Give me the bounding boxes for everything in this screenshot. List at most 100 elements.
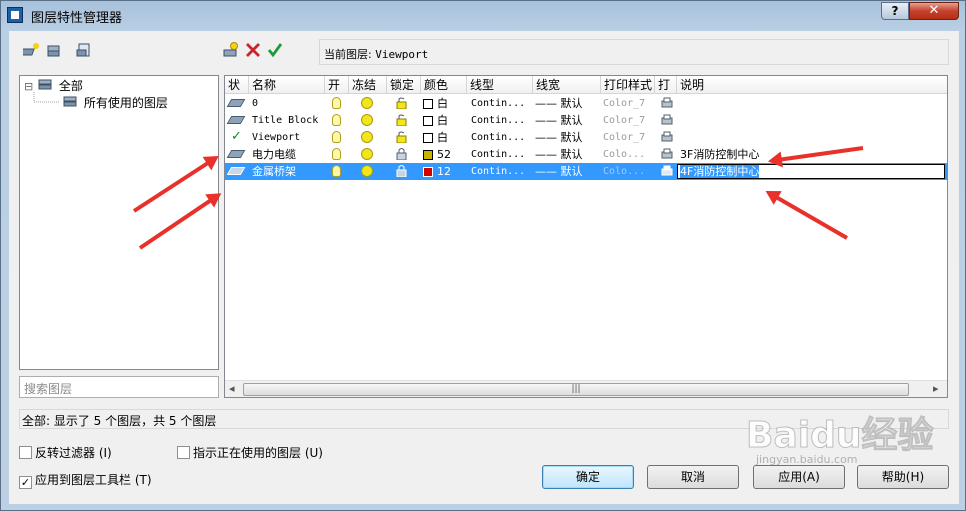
unlock-icon[interactable] (396, 97, 407, 109)
new-group-filter-icon[interactable] (45, 41, 63, 59)
color-name: 白 (437, 114, 448, 127)
title-bar[interactable]: 图层特性管理器 ? ✕ (1, 1, 965, 31)
set-current-icon[interactable] (266, 41, 284, 59)
col-description[interactable]: 说明 (677, 76, 947, 94)
layer-row-0[interactable]: 0 白 Contin... —— 默认 Color_7 (225, 95, 947, 112)
color-name: 52 (437, 148, 451, 161)
col-freeze[interactable]: 冻结 (349, 76, 387, 94)
lock-icon[interactable] (396, 148, 407, 160)
sun-thaw-icon[interactable] (361, 148, 373, 160)
help-button[interactable]: 帮助(H) (857, 465, 949, 489)
col-on[interactable]: 开 (325, 76, 349, 94)
printer-icon[interactable] (661, 165, 673, 177)
scroll-thumb[interactable]: ||| (243, 383, 909, 396)
col-lock[interactable]: 锁定 (387, 76, 421, 94)
bulb-on-icon[interactable] (332, 131, 341, 143)
bulb-on-icon[interactable] (332, 165, 341, 177)
linetype[interactable]: Contin... (471, 129, 525, 146)
layer-description[interactable]: 3F消防控制中心 (680, 146, 759, 163)
watermark-url: jingyan.baidu.com (756, 453, 858, 466)
col-lineweight[interactable]: 线宽 (533, 76, 601, 94)
lineweight[interactable]: —— 默认 (535, 146, 583, 163)
cancel-button[interactable]: 取消 (647, 465, 739, 489)
ok-button[interactable]: 确定 (542, 465, 634, 489)
delete-layer-icon[interactable] (244, 41, 262, 59)
plot-style: Colo... (603, 166, 646, 177)
color-name: 白 (437, 131, 448, 144)
bulb-on-icon[interactable] (332, 148, 341, 160)
apply-button[interactable]: 应用(A) (753, 465, 845, 489)
search-layers-input[interactable]: 搜索图层 (19, 376, 219, 398)
tree-node-used-layers[interactable]: 所有使用的图层 (62, 95, 168, 111)
printer-icon[interactable] (661, 148, 673, 160)
sun-thaw-icon[interactable] (361, 131, 373, 143)
layer-states-icon[interactable] (75, 41, 93, 59)
checkbox-box[interactable] (19, 446, 32, 459)
bulb-on-icon[interactable] (332, 97, 341, 109)
sun-thaw-icon[interactable] (361, 97, 373, 109)
sun-thaw-icon[interactable] (361, 114, 373, 126)
lineweight[interactable]: —— 默认 (535, 163, 583, 180)
unlock-icon[interactable] (396, 131, 407, 143)
layer-name[interactable]: Title Block (252, 112, 318, 129)
current-layer-bar: 当前图层: Viewport (319, 39, 949, 65)
lineweight[interactable]: —— 默认 (535, 112, 583, 129)
linetype[interactable]: Contin... (471, 146, 525, 163)
sun-thaw-icon[interactable] (361, 165, 373, 177)
unlock-icon[interactable] (396, 114, 407, 126)
printer-icon[interactable] (661, 114, 673, 126)
linetype[interactable]: Contin... (471, 163, 525, 180)
app-icon (7, 7, 23, 23)
layer-description-edit[interactable]: 4F消防控制中心 (677, 164, 945, 179)
lock-icon[interactable] (396, 165, 407, 177)
color-swatch[interactable] (423, 133, 433, 143)
new-filter-icon[interactable] (19, 41, 41, 59)
show-in-use-label: 指示正在使用的图层 (U) (193, 446, 323, 460)
col-plotstyle[interactable]: 打印样式 (601, 76, 655, 94)
layer-name[interactable]: 0 (252, 95, 258, 112)
col-plot[interactable]: 打 (655, 76, 677, 94)
filter-tree[interactable]: ⊟ 全部 所有使用的图层 (19, 75, 219, 370)
scroll-left-icon[interactable]: ◂ (229, 382, 235, 395)
new-layer-icon[interactable] (222, 41, 240, 59)
layer-row-1[interactable]: Title Block 白 Contin... —— 默认 Color_7 (225, 112, 947, 129)
lineweight[interactable]: —— 默认 (535, 129, 583, 146)
checkbox-checked[interactable]: ✓ (19, 476, 32, 489)
bulb-on-icon[interactable] (332, 114, 341, 126)
color-swatch[interactable] (423, 150, 433, 160)
help-title-button[interactable]: ? (881, 2, 909, 20)
layers-stack-icon (63, 96, 77, 107)
show-in-use-checkbox[interactable]: 指示正在使用的图层 (U) (177, 445, 323, 461)
horizontal-scrollbar[interactable]: ◂ ||| ▸ (225, 380, 947, 397)
checkbox-box[interactable] (177, 446, 190, 459)
layer-icon (226, 150, 246, 158)
linetype[interactable]: Contin... (471, 112, 525, 129)
tree-connector (33, 92, 60, 103)
layer-row-4-selected[interactable]: 金属桥架 12 Contin... —— 默认 Colo... 4F消防控制中心 (225, 163, 947, 180)
col-color[interactable]: 颜色 (421, 76, 467, 94)
lineweight[interactable]: —— 默认 (535, 95, 583, 112)
color-swatch[interactable] (423, 116, 433, 126)
layer-grid[interactable]: 状 名称 开 冻结 锁定 颜色 线型 线宽 打印样式 打 说明 0 白 Cont… (224, 75, 948, 398)
layer-row-2[interactable]: ✓ Viewport 白 Contin... —— 默认 Color_7 (225, 129, 947, 146)
dialog-window: 图层特性管理器 ? ✕ 当前图层: Viewport ⊟ 全部 所有使用的图层 … (0, 0, 966, 511)
col-linetype[interactable]: 线型 (467, 76, 533, 94)
layer-description[interactable]: 4F消防控制中心 (680, 165, 760, 178)
printer-icon[interactable] (661, 97, 673, 109)
col-name[interactable]: 名称 (249, 76, 325, 94)
layer-icon (226, 167, 246, 175)
col-status[interactable]: 状 (225, 76, 249, 94)
scroll-right-icon[interactable]: ▸ (933, 382, 939, 395)
printer-icon[interactable] (661, 131, 673, 143)
color-swatch[interactable] (423, 99, 433, 109)
color-name: 白 (437, 97, 448, 110)
close-button[interactable]: ✕ (909, 2, 959, 20)
apply-toolbar-checkbox[interactable]: ✓ 应用到图层工具栏 (T) (19, 472, 152, 489)
tree-node-used-layers-label: 所有使用的图层 (83, 96, 168, 110)
color-swatch[interactable] (423, 167, 433, 177)
layer-name[interactable]: 金属桥架 (252, 163, 296, 180)
invert-filter-checkbox[interactable]: 反转过滤器 (I) (19, 445, 112, 461)
layer-name[interactable]: 电力电缆 (252, 146, 296, 163)
layer-name[interactable]: Viewport (252, 129, 300, 146)
linetype[interactable]: Contin... (471, 95, 525, 112)
